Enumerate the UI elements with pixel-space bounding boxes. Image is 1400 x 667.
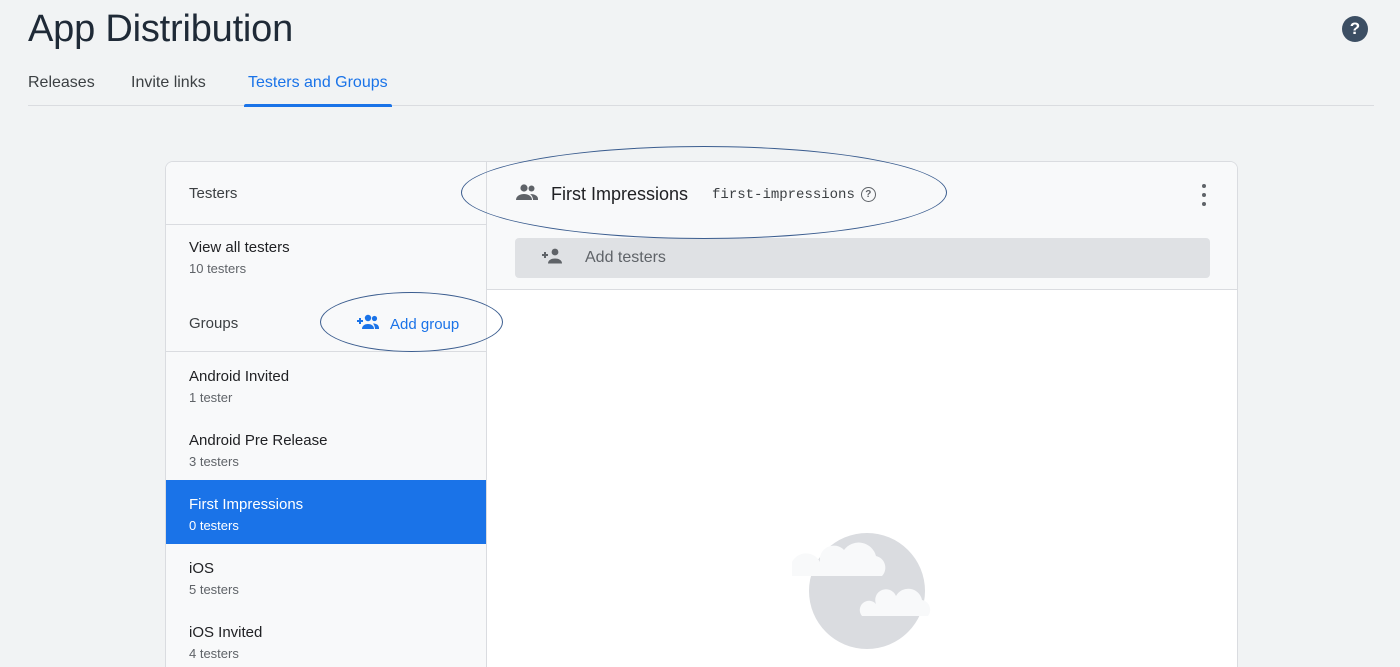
view-all-count: 10 testers — [189, 261, 247, 276]
group-item-count: 5 testers — [189, 582, 239, 597]
group-item-name: Android Invited — [189, 368, 290, 385]
page-title: App Distribution — [28, 8, 294, 50]
help-icon[interactable]: ? — [1342, 16, 1368, 42]
group-title-row: First Impressions first-impressions ? — [515, 183, 876, 206]
group-item-name: Android Pre Release — [189, 432, 328, 449]
group-item-ios-invited[interactable]: iOS Invited 4 testers — [166, 608, 486, 667]
group-detail-body — [487, 290, 1237, 667]
group-add-icon — [356, 314, 380, 334]
group-item-name: iOS Invited — [189, 624, 263, 641]
group-item-android-pre-release[interactable]: Android Pre Release 3 testers — [166, 416, 486, 480]
more-vert-icon[interactable] — [1199, 184, 1209, 206]
alias-help-icon[interactable]: ? — [860, 187, 876, 202]
group-item-ios[interactable]: iOS 5 testers — [166, 544, 486, 608]
group-detail-panel: First Impressions first-impressions ? Ad… — [487, 162, 1237, 667]
group-alias: first-impressions — [712, 186, 855, 203]
groups-header: Groups Add group — [166, 289, 486, 352]
tab-invite-links[interactable]: Invite links — [131, 74, 206, 106]
groups-label: Groups — [189, 315, 239, 332]
sidebar-header: Testers — [166, 162, 486, 225]
group-item-name: iOS — [189, 560, 215, 577]
add-group-button[interactable]: Add group — [356, 310, 459, 338]
group-people-icon — [515, 183, 539, 206]
tab-testers-and-groups[interactable]: Testers and Groups — [244, 74, 392, 107]
group-item-count: 0 testers — [189, 518, 239, 533]
group-item-count: 1 tester — [189, 390, 233, 405]
tab-releases[interactable]: Releases — [28, 74, 95, 106]
cloud-illustration-icon — [790, 516, 942, 661]
tab-bar: Releases Invite links Testers and Groups — [28, 64, 1374, 107]
person-add-icon — [541, 248, 563, 269]
add-testers-field[interactable]: Add testers — [515, 238, 1210, 278]
group-item-android-invited[interactable]: Android Invited 1 tester — [166, 352, 486, 416]
group-detail-header: First Impressions first-impressions ? Ad… — [487, 162, 1237, 290]
group-item-name: First Impressions — [189, 496, 304, 513]
view-all-title: View all testers — [189, 239, 290, 256]
group-item-count: 3 testers — [189, 454, 239, 469]
add-testers-placeholder: Add testers — [585, 249, 666, 266]
testers-groups-card: Testers View all testers 10 testers Grou… — [165, 161, 1238, 667]
group-item-first-impressions[interactable]: First Impressions 0 testers — [166, 480, 486, 544]
view-all-testers[interactable]: View all testers 10 testers — [166, 225, 486, 289]
sidebar: Testers View all testers 10 testers Grou… — [166, 162, 487, 667]
add-group-label: Add group — [390, 315, 460, 333]
group-item-count: 4 testers — [189, 646, 239, 661]
group-name: First Impressions — [551, 184, 689, 204]
